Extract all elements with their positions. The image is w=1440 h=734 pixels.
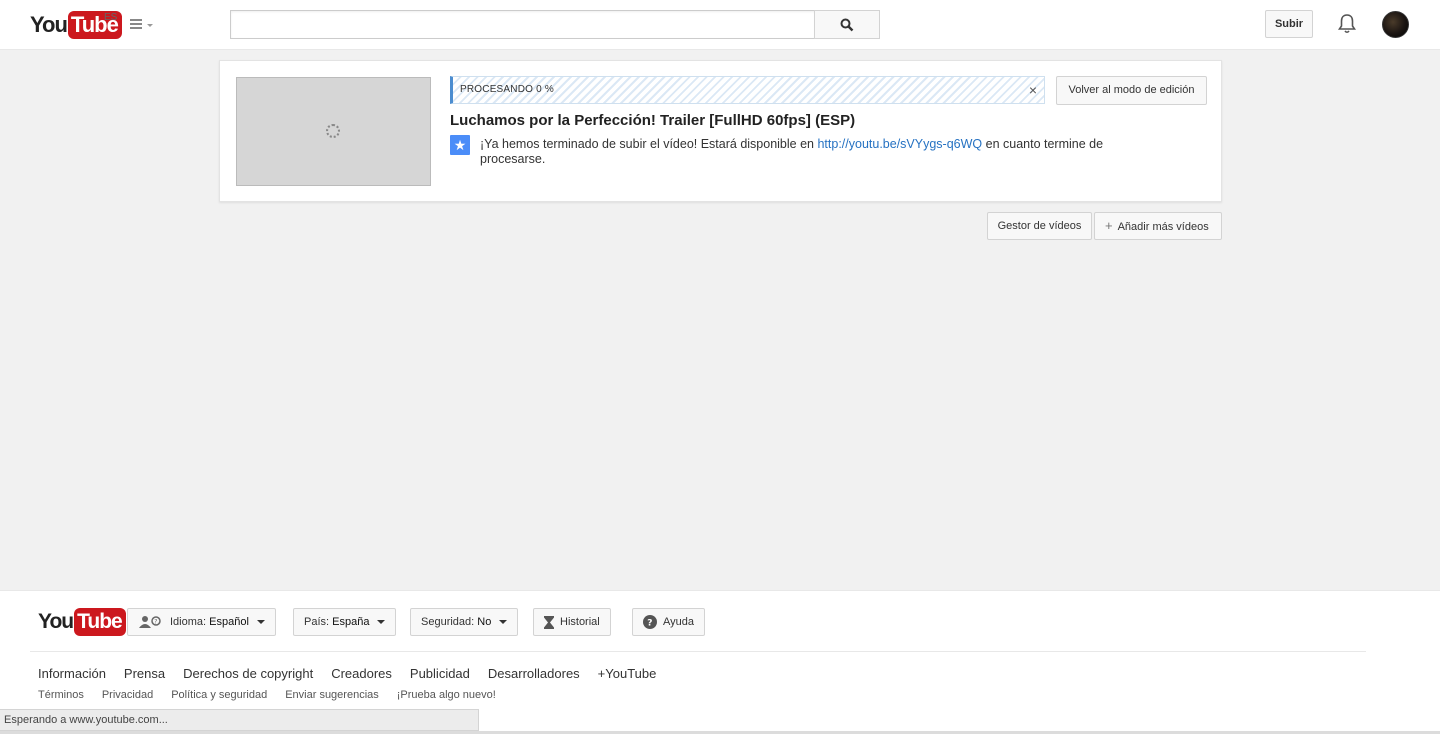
footer-link-advertising[interactable]: Publicidad [410,666,470,681]
language-picker-button[interactable]: ? Idioma: Español [127,608,276,636]
masthead: You Tube ES Subir [0,0,1440,50]
browser-status-bar: Esperando a www.youtube.com... [0,709,479,731]
region-code: ES [104,12,118,23]
search-button[interactable] [814,10,880,39]
search-icon [840,18,854,31]
upload-card: PROCESANDO 0 % × Volver al modo de edici… [219,60,1222,202]
close-icon[interactable]: × [1029,82,1037,98]
star-badge-icon: ★ [450,135,470,155]
history-button[interactable]: Historial [533,608,611,636]
footer-link-policy-safety[interactable]: Política y seguridad [171,689,267,701]
footer-link-copyright[interactable]: Derechos de copyright [183,666,313,681]
footer-link-developers[interactable]: Desarrolladores [488,666,580,681]
guide-menu-icon[interactable] [128,18,156,34]
chevron-down-icon [499,620,508,625]
chevron-down-icon [256,620,265,625]
search-input[interactable] [230,10,815,39]
country-picker-button[interactable]: País: España [293,608,397,636]
footer-secondary-links: Términos Privacidad Política y seguridad… [38,689,496,701]
processing-progress-bar: PROCESANDO 0 % × [450,76,1045,104]
footer-divider [30,651,1366,652]
language-prefix: Idioma: [170,616,210,628]
country-value: España [332,616,370,628]
plus-icon: + [1105,218,1113,233]
help-label: Ayuda [663,616,694,628]
footer-youtube-logo[interactable]: You Tube [38,607,126,637]
video-manager-button[interactable]: Gestor de vídeos [987,212,1092,240]
footer-link-press[interactable]: Prensa [124,666,165,681]
footer-link-privacy[interactable]: Privacidad [102,689,153,701]
language-value: Español [209,616,249,628]
footer-primary-links: Información Prensa Derechos de copyright… [38,666,656,681]
footer-link-terms[interactable]: Términos [38,689,84,701]
language-people-icon: ? [139,616,161,629]
svg-text:?: ? [647,619,652,629]
history-label: Historial [560,616,600,628]
upload-message-text: ¡Ya hemos terminado de subir el vídeo! E… [480,137,1160,167]
safety-value: No [477,616,492,628]
upload-button[interactable]: Subir [1265,10,1313,38]
svg-text:?: ? [154,619,157,626]
message-text-before: ¡Ya hemos terminado de subir el vídeo! E… [480,137,818,151]
footer-link-try-new[interactable]: ¡Prueba algo nuevo! [397,689,496,701]
video-thumbnail [236,77,431,186]
video-title: Luchamos por la Perfección! Trailer [Ful… [450,112,856,129]
add-more-videos-label: Añadir más vídeos [1117,221,1209,233]
hourglass-icon [544,615,554,629]
footer-logo-text-you: You [38,610,74,633]
safety-mode-button[interactable]: Seguridad: No [410,608,519,636]
footer-logo-text-tube: Tube [74,608,126,636]
user-avatar[interactable] [1382,11,1409,38]
help-button[interactable]: ? Ayuda [632,608,705,636]
video-link[interactable]: http://youtu.be/sVYygs-q6WQ [817,137,982,151]
loading-spinner-icon [326,124,340,138]
safety-prefix: Seguridad: [421,616,478,628]
add-more-videos-button[interactable]: + Añadir más vídeos [1094,212,1222,240]
notification-bell-icon[interactable] [1337,13,1357,35]
footer-link-information[interactable]: Información [38,666,106,681]
back-to-edit-button[interactable]: Volver al modo de edición [1056,76,1207,105]
footer-link-feedback[interactable]: Enviar sugerencias [285,689,379,701]
help-icon: ? [643,615,657,630]
country-prefix: País: [304,616,333,628]
progress-label: PROCESANDO 0 % [460,84,554,95]
logo-text-you: You [30,12,68,37]
footer-link-plus-youtube[interactable]: +YouTube [598,666,657,681]
chevron-down-icon [377,620,386,625]
footer-link-creators[interactable]: Creadores [331,666,392,681]
